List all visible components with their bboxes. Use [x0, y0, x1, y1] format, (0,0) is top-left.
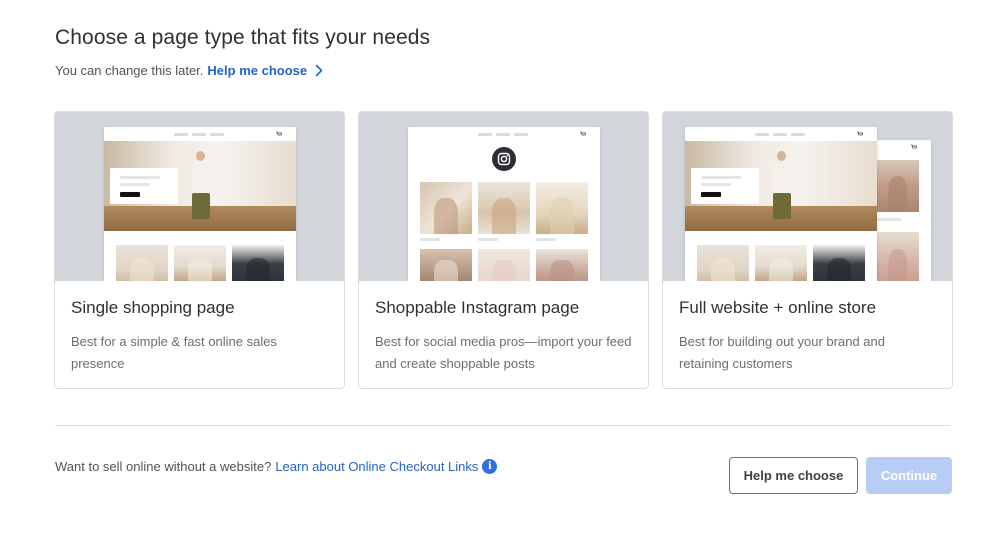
help-me-choose-link-label: Help me choose — [207, 63, 308, 78]
divider — [55, 425, 950, 426]
card-title: Shoppable Instagram page — [375, 298, 580, 317]
page-mockup — [685, 127, 877, 281]
page-mockup — [104, 127, 296, 281]
card-shoppable-instagram-page[interactable]: Shoppable Instagram page Best for social… — [358, 111, 649, 389]
full-website-preview — [663, 112, 952, 281]
subtitle-text: You can change this later. — [55, 63, 204, 78]
instagram-page-preview — [359, 112, 648, 281]
card-title: Full website + online store — [679, 298, 877, 317]
help-me-choose-link[interactable]: Help me choose — [207, 63, 323, 78]
card-description: Best for a simple & fast online sales pr… — [71, 334, 277, 371]
cart-icon — [857, 131, 863, 136]
card-title: Single shopping page — [71, 298, 235, 317]
card-description: Best for building out your brand and ret… — [679, 334, 885, 371]
page-title: Choose a page type that fits your needs — [55, 26, 431, 49]
cart-icon — [580, 131, 586, 136]
subtitle-row: You can change this later. Help me choos… — [55, 63, 323, 78]
continue-button[interactable]: Continue — [866, 457, 952, 494]
online-checkout-links-link[interactable]: Learn about Online Checkout Links — [275, 459, 478, 474]
page-type-cards: Single shopping page Best for a simple &… — [54, 111, 953, 389]
card-single-shopping-page[interactable]: Single shopping page Best for a simple &… — [54, 111, 345, 389]
card-description: Best for social media pros—import your f… — [375, 334, 632, 371]
footer-question: Want to sell online without a website? — [55, 459, 272, 474]
footer-text-row: Want to sell online without a website? L… — [55, 459, 498, 474]
chevron-right-icon — [315, 64, 323, 77]
help-me-choose-button[interactable]: Help me choose — [729, 457, 858, 494]
page: Choose a page type that fits your needs … — [0, 0, 998, 535]
cart-icon — [276, 131, 282, 136]
secondary-page-mockup — [877, 140, 931, 281]
info-icon[interactable]: i — [482, 459, 498, 474]
card-full-website-online-store[interactable]: Full website + online store Best for bui… — [662, 111, 953, 389]
single-shopping-page-preview — [55, 112, 344, 281]
instagram-icon — [492, 147, 516, 171]
page-mockup — [408, 127, 600, 281]
